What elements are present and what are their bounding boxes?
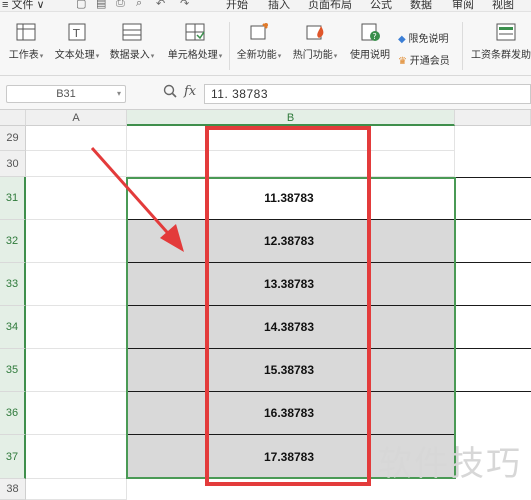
chevron-down-icon: ▾ xyxy=(95,53,100,60)
cell[interactable] xyxy=(26,306,127,349)
zoom-icon[interactable] xyxy=(163,84,177,98)
name-box[interactable]: B31 ▾ xyxy=(6,85,126,103)
watermark: 软件技巧 xyxy=(378,445,522,483)
function-icon[interactable]: fx xyxy=(184,84,196,99)
cell[interactable] xyxy=(26,263,127,306)
cell-border xyxy=(455,391,531,392)
cell-border xyxy=(455,305,531,306)
cell-border xyxy=(455,219,531,220)
chevron-down-icon: ▾ xyxy=(333,53,338,60)
row-header[interactable]: 38 xyxy=(0,479,26,500)
text-process-icon: T xyxy=(68,23,86,41)
row-header[interactable]: 36 xyxy=(0,392,26,435)
row-header[interactable]: 31 xyxy=(0,177,26,220)
chevron-down-icon: ▾ xyxy=(218,53,223,60)
hot-feature-button[interactable]: 热门功能▾ xyxy=(288,16,342,74)
cell-process-button[interactable]: 单元格处理▾ xyxy=(164,16,226,74)
print-preview-icon[interactable]: ▤ xyxy=(96,0,106,10)
tab-home[interactable]: 开始 xyxy=(226,0,248,11)
chevron-down-icon: ▾ xyxy=(277,53,282,60)
svg-text:T: T xyxy=(72,27,80,40)
payroll-icon xyxy=(496,23,516,41)
ribbon: 工作表▾ T 文本处理▾ 数据录入▾ 单元格处理▾ 全新功能▾ 热门功能▾ ? … xyxy=(0,12,531,76)
cell-border xyxy=(455,262,531,263)
row-header[interactable]: 37 xyxy=(0,435,26,479)
save-icon[interactable]: ▢ xyxy=(76,0,86,10)
ribbon-separator xyxy=(462,22,463,70)
row-header[interactable]: 32 xyxy=(0,220,26,263)
row-header[interactable]: 29 xyxy=(0,126,26,151)
tab-insert[interactable]: 插入 xyxy=(268,0,290,11)
chevron-down-icon: ▾ xyxy=(39,53,44,60)
column-header-a[interactable]: A xyxy=(26,110,127,126)
worksheet-button[interactable]: 工作表▾ xyxy=(4,16,48,74)
tab-view[interactable]: 视图 xyxy=(492,0,514,11)
tab-page-layout[interactable]: 页面布局 xyxy=(308,0,352,11)
hot-feature-icon xyxy=(306,25,324,40)
cell[interactable] xyxy=(26,349,127,392)
text-process-button[interactable]: T 文本处理▾ xyxy=(52,16,102,74)
select-all-corner[interactable] xyxy=(0,110,26,126)
menu-bar: ≡ 文件 ∨ ▢ ▤ ⎙ ⌕ ↶ ↷ 开始 插入 页面布局 公式 数据 审阅 视… xyxy=(0,0,531,12)
row-header[interactable]: 33 xyxy=(0,263,26,306)
row-header[interactable]: 30 xyxy=(0,151,26,177)
free-promo-link[interactable]: ◆ 限免说明 xyxy=(398,30,448,45)
cell-process-icon xyxy=(185,23,205,41)
cell[interactable] xyxy=(26,392,127,435)
crown-icon: ♛ xyxy=(398,56,407,67)
member-promo-link[interactable]: ♛ 开通会员 xyxy=(398,52,450,67)
formula-bar: B31 ▾ fx 11. 38783 xyxy=(0,76,531,110)
redo-icon[interactable]: ↷ xyxy=(180,0,189,10)
column-header-c[interactable] xyxy=(455,110,531,126)
data-entry-icon xyxy=(122,23,142,41)
print-icon[interactable]: ⎙ xyxy=(116,0,125,10)
help-icon: ? xyxy=(361,23,380,41)
help-button[interactable]: ? 使用说明 xyxy=(346,16,394,74)
file-menu[interactable]: ≡ 文件 ∨ xyxy=(2,0,45,11)
column-header-b[interactable]: B xyxy=(127,110,455,126)
tag-icon: ◆ xyxy=(398,34,406,45)
format-painter-icon[interactable]: ⌕ xyxy=(136,0,142,10)
new-feature-icon xyxy=(250,23,268,40)
undo-icon[interactable]: ↶ xyxy=(156,0,165,10)
cell[interactable] xyxy=(26,479,127,500)
cell[interactable] xyxy=(26,435,127,479)
arrow-icon xyxy=(90,147,184,252)
worksheet-icon xyxy=(16,23,36,41)
tab-review[interactable]: 审阅 xyxy=(452,0,474,11)
row-header[interactable]: 34 xyxy=(0,306,26,349)
formula-input[interactable]: 11. 38783 xyxy=(204,84,531,104)
cell-border xyxy=(455,177,531,178)
cell-border xyxy=(455,348,531,349)
ribbon-separator xyxy=(229,22,230,70)
data-entry-button[interactable]: 数据录入▾ xyxy=(106,16,158,74)
chevron-down-icon[interactable]: ▾ xyxy=(117,86,121,102)
payroll-button[interactable]: 工资条群发助手 xyxy=(466,16,531,74)
new-feature-button[interactable]: 全新功能▾ xyxy=(232,16,286,74)
tab-data[interactable]: 数据 xyxy=(410,0,432,11)
chevron-down-icon: ▾ xyxy=(150,53,155,60)
svg-text:?: ? xyxy=(373,32,377,41)
row-header[interactable]: 35 xyxy=(0,349,26,392)
tab-formula[interactable]: 公式 xyxy=(370,0,392,11)
highlight-annotation-box xyxy=(205,126,371,486)
